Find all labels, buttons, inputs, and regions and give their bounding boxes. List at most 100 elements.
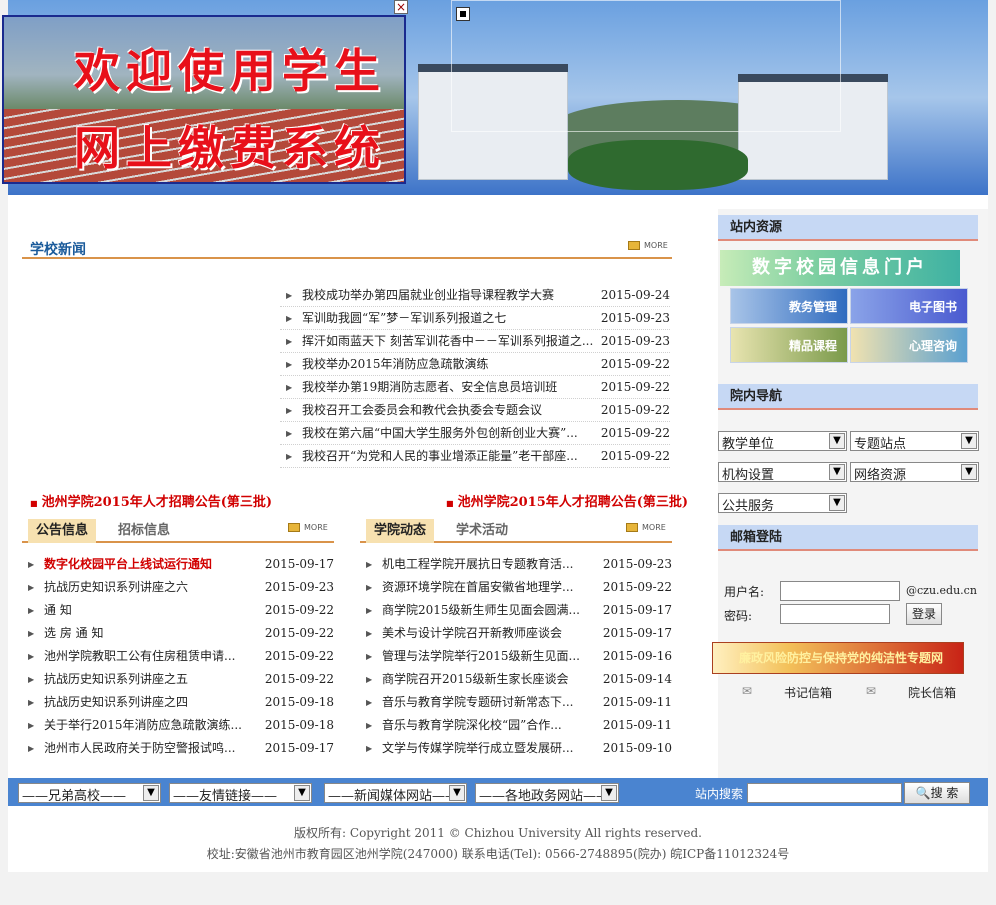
list-item[interactable]: ▶ 管理与法学院举行2015级新生见面... 2015-09-16: [360, 645, 672, 668]
list-item[interactable]: ▶ 选 房 通 知 2015-09-22: [22, 622, 334, 645]
search-icon: 🔍: [915, 786, 931, 800]
list-item-date: 2015-09-17: [264, 557, 334, 571]
list-item[interactable]: ▶ 通 知 2015-09-22: [22, 599, 334, 622]
nav-select-topics[interactable]: 专题站点 ▼: [850, 431, 979, 452]
arrow-icon: ▶: [286, 360, 293, 369]
list-item-title: 我校召开工会委员会和教代会执委会专题会议: [302, 403, 543, 417]
tab-notice[interactable]: 公告信息: [28, 519, 97, 543]
arrow-icon: ▶: [28, 744, 35, 753]
popup-line1: 欢迎使用学生: [74, 44, 386, 98]
list-item-title: 选 房 通 知: [44, 626, 104, 640]
tab-college-news[interactable]: 学院动态: [366, 519, 435, 543]
anticorruption-banner[interactable]: 廉政风险防控与保持党的纯洁性专题网: [712, 642, 964, 674]
arrow-icon: ▶: [28, 560, 35, 569]
more-icon: [628, 241, 640, 250]
password-input[interactable]: [780, 604, 890, 624]
payment-popup[interactable]: 欢迎使用学生 网上缴费系统: [2, 15, 406, 184]
list-item[interactable]: ▶ 挥汗如雨蓝天下 刻苦军训花香中－－军训系列报道之... 2015-09-23: [280, 330, 670, 353]
school-news-header: 学校新闻 MORE: [22, 237, 672, 259]
list-item[interactable]: ▶ 军训助我圆“军”梦－军训系列报道之七 2015-09-23: [280, 307, 670, 330]
site-search-input[interactable]: [747, 783, 902, 803]
popup-close-button[interactable]: ×: [394, 0, 408, 14]
list-item[interactable]: ▶ 商学院2015级新生师生见面会圆满... 2015-09-17: [360, 599, 672, 622]
list-item[interactable]: ▶ 关于举行2015年消防应急疏散演练... 2015-09-18: [22, 714, 334, 737]
tile-counseling[interactable]: 心理咨询: [850, 327, 968, 363]
list-item[interactable]: ▶ 我校成功举办第四届就业创业指导课程教学大赛 2015-09-24: [280, 284, 670, 307]
president-mailbox-link[interactable]: 院长信箱: [908, 684, 956, 701]
tile-courses[interactable]: 精品课程: [730, 327, 848, 363]
list-item-title: 音乐与教育学院专题研讨新常态下...: [382, 695, 574, 709]
list-item-title: 美术与设计学院召开新教师座谈会: [382, 626, 563, 640]
nav-select-public[interactable]: 公共服务 ▼: [718, 493, 847, 514]
list-item[interactable]: ▶ 音乐与教育学院专题研讨新常态下... 2015-09-11: [360, 691, 672, 714]
secretary-mailbox-link[interactable]: 书记信箱: [784, 684, 832, 701]
tile-ebooks[interactable]: 电子图书: [850, 288, 968, 324]
list-item-date: 2015-09-23: [602, 557, 672, 571]
recruit-link-right[interactable]: ■ 池州学院2015年人才招聘公告(第三批): [446, 491, 688, 510]
list-item-date: 2015-09-22: [264, 603, 334, 617]
more-label: MORE: [644, 241, 668, 250]
nav-select-org[interactable]: 机构设置 ▼: [718, 462, 847, 483]
college-more[interactable]: MORE: [626, 523, 674, 535]
list-item[interactable]: ▶ 资源环境学院在首届安徽省地理学... 2015-09-22: [360, 576, 672, 599]
list-item[interactable]: ▶ 我校召开“为党和人民的事业增添正能量”老干部座... 2015-09-22: [280, 445, 670, 468]
select-gov-sites[interactable]: ——各地政务网站—— ▼: [475, 783, 619, 804]
footer-copyright: 版权所有: Copyright 2011 © Chizhou Universit…: [294, 826, 702, 840]
list-item[interactable]: ▶ 抗战历史知识系列讲座之四 2015-09-18: [22, 691, 334, 714]
tile-academic[interactable]: 教务管理: [730, 288, 848, 324]
list-item[interactable]: ▶ 文学与传媒学院举行成立暨发展研... 2015-09-10: [360, 737, 672, 760]
list-item-date: 2015-09-22: [600, 380, 670, 394]
list-item[interactable]: ▶ 商学院召开2015级新生家长座谈会 2015-09-14: [360, 668, 672, 691]
login-button[interactable]: 登录: [906, 603, 942, 625]
list-item-title: 音乐与教育学院深化校“园”合作...: [382, 718, 562, 732]
list-item-title: 管理与法学院举行2015级新生见面...: [382, 649, 580, 663]
select-sister-schools[interactable]: ——兄弟高校—— ▼: [18, 783, 161, 804]
list-item[interactable]: ▶ 我校召开工会委员会和教代会执委会专题会议 2015-09-22: [280, 399, 670, 422]
arrow-icon: ▶: [366, 675, 373, 684]
site-search-button[interactable]: 🔍搜 索: [904, 782, 970, 804]
list-item[interactable]: ▶ 抗战历史知识系列讲座之六 2015-09-23: [22, 576, 334, 599]
list-item[interactable]: ▶ 我校举办第19期消防志愿者、安全信息员培训班 2015-09-22: [280, 376, 670, 399]
arrow-icon: ▶: [286, 406, 293, 415]
list-item-date: 2015-09-23: [600, 334, 670, 348]
list-item[interactable]: ▶ 池州市人民政府关于防空警报试鸣... 2015-09-17: [22, 737, 334, 760]
list-item[interactable]: ▶ 我校举办2015年消防应急疏散演练 2015-09-22: [280, 353, 670, 376]
chevron-down-icon: ▼: [961, 433, 977, 449]
nav-select-public-value: 公共服务: [722, 499, 775, 514]
arrow-icon: ▶: [286, 452, 293, 461]
nav-select-network[interactable]: 网络资源 ▼: [850, 462, 979, 483]
list-item[interactable]: ▶ 池州学院教职工公有住房租赁申请... 2015-09-22: [22, 645, 334, 668]
list-item-date: 2015-09-17: [602, 626, 672, 640]
list-item-title: 我校举办2015年消防应急疏散演练: [302, 357, 489, 371]
list-item[interactable]: ▶ 音乐与教育学院深化校“园”合作... 2015-09-11: [360, 714, 672, 737]
list-item[interactable]: ▶ 我校在第六届“中国大学生服务外包创新创业大赛”... 2015-09-22: [280, 422, 670, 445]
banner-checkbox[interactable]: [456, 7, 470, 21]
portal-banner[interactable]: 数字校园信息门户: [720, 250, 960, 286]
resources-header: 站内资源: [718, 215, 978, 241]
list-item-title: 挥汗如雨蓝天下 刻苦军训花香中－－军训系列报道之...: [302, 334, 594, 348]
notice-more[interactable]: MORE: [288, 523, 336, 535]
username-input[interactable]: [780, 581, 900, 601]
school-news-more[interactable]: MORE: [628, 241, 676, 253]
list-item-title: 池州市人民政府关于防空警报试鸣...: [44, 741, 236, 755]
tab-academic[interactable]: 学术活动: [448, 519, 516, 543]
list-item[interactable]: ▶ 抗战历史知识系列讲座之五 2015-09-22: [22, 668, 334, 691]
select-friend-links[interactable]: ——友情链接—— ▼: [169, 783, 312, 804]
notice-list: ▶ 数字化校园平台上线试运行通知 2015-09-17 ▶ 抗战历史知识系列讲座之六 20…: [22, 553, 334, 760]
more-label: MORE: [304, 523, 328, 532]
arrow-icon: ▶: [286, 291, 293, 300]
list-item-title: 我校在第六届“中国大学生服务外包创新创业大赛”...: [302, 426, 578, 440]
list-item-title: 机电工程学院开展抗日专题教育活...: [382, 557, 574, 571]
tab-bidding[interactable]: 招标信息: [110, 519, 178, 543]
list-item[interactable]: ▶ 美术与设计学院召开新教师座谈会 2015-09-17: [360, 622, 672, 645]
recruit-link-left[interactable]: ■ 池州学院2015年人才招聘公告(第三批): [30, 491, 272, 510]
arrow-icon: ▶: [286, 429, 293, 438]
arrow-icon: ▶: [28, 606, 35, 615]
select-news-media[interactable]: ——新闻媒体网站—— ▼: [324, 783, 467, 804]
list-item-title: 数字化校园平台上线试运行通知: [44, 557, 213, 571]
nav-select-teaching[interactable]: 教学单位 ▼: [718, 431, 847, 452]
list-item-date: 2015-09-18: [264, 718, 334, 732]
list-item-title: 商学院召开2015级新生家长座谈会: [382, 672, 569, 686]
list-item[interactable]: ▶ 机电工程学院开展抗日专题教育活... 2015-09-23: [360, 553, 672, 576]
list-item[interactable]: ▶ 数字化校园平台上线试运行通知 2015-09-17: [22, 553, 334, 576]
